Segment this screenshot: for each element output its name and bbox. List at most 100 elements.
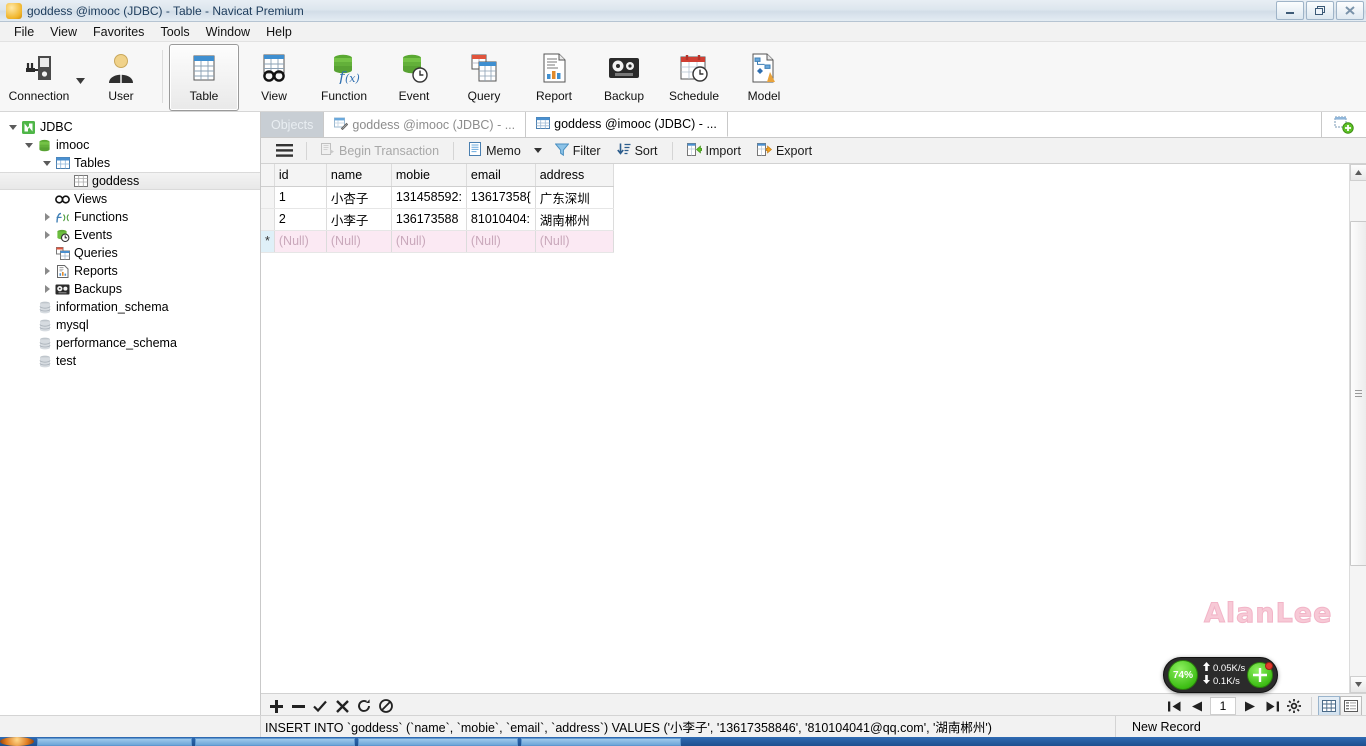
delete-record-icon[interactable] xyxy=(287,695,309,717)
taskbar-item[interactable] xyxy=(521,737,681,746)
tree-item-backups[interactable]: Backups xyxy=(0,280,260,298)
scroll-down-arrow[interactable] xyxy=(1349,676,1366,693)
tree-item-tables[interactable]: Tables xyxy=(0,154,260,172)
toolbar-query-button[interactable]: Query xyxy=(449,44,519,111)
new-tab-icon[interactable] xyxy=(1322,112,1366,137)
export-button[interactable]: Export xyxy=(749,140,820,162)
cell-email[interactable]: (Null) xyxy=(466,230,536,253)
stop-icon[interactable] xyxy=(375,695,397,717)
refresh-icon[interactable] xyxy=(353,695,375,717)
tab-table-designer[interactable]: goddess @imooc (JDBC) - ... xyxy=(324,112,527,137)
cell-name[interactable]: 小杏子 xyxy=(326,186,392,209)
tree-item-views[interactable]: Views xyxy=(0,190,260,208)
tab-objects[interactable]: Objects xyxy=(261,112,325,137)
toolbar-report-button[interactable]: Report xyxy=(519,44,589,111)
taskbar-item[interactable] xyxy=(195,737,355,746)
toolbar-view-button[interactable]: View xyxy=(239,44,309,111)
table-row[interactable]: 1 小杏子 131458592: 13617358{ 广东深圳 xyxy=(261,186,614,209)
twisty-open-icon[interactable] xyxy=(40,160,54,166)
form-view-icon[interactable] xyxy=(1340,696,1362,716)
grid-settings-icon[interactable] xyxy=(1283,695,1305,717)
cell-mobie[interactable]: 131458592: xyxy=(391,186,467,209)
menu-view[interactable]: View xyxy=(42,23,85,41)
minimize-button[interactable] xyxy=(1276,1,1304,20)
sort-button[interactable]: Sort xyxy=(609,140,666,162)
toolbar-table-button[interactable]: Table xyxy=(169,44,239,111)
toolbar-user-button[interactable]: User xyxy=(86,44,156,111)
memo-button[interactable]: Memo xyxy=(460,139,529,162)
last-record-icon[interactable] xyxy=(1261,695,1283,717)
cell-mobie[interactable]: (Null) xyxy=(391,230,467,253)
vertical-scrollbar[interactable] xyxy=(1349,164,1366,693)
scroll-up-arrow[interactable] xyxy=(1349,164,1366,181)
tree-item-performance-schema[interactable]: performance_schema xyxy=(0,334,260,352)
toolbar-schedule-button[interactable]: Schedule xyxy=(659,44,729,111)
first-record-icon[interactable] xyxy=(1163,695,1185,717)
apply-change-icon[interactable] xyxy=(309,695,331,717)
grid-view-icon[interactable] xyxy=(1318,696,1340,716)
memo-dropdown-caret[interactable] xyxy=(529,145,547,156)
tree-item-goddess[interactable]: goddess xyxy=(0,172,260,190)
toolbar-backup-button[interactable]: Backup xyxy=(589,44,659,111)
add-record-icon[interactable] xyxy=(265,695,287,717)
cell-id[interactable]: 1 xyxy=(274,186,327,209)
toolbar-connection-button[interactable]: Connection xyxy=(4,44,74,111)
menu-tools[interactable]: Tools xyxy=(152,23,197,41)
next-record-icon[interactable] xyxy=(1239,695,1261,717)
cell-email[interactable]: 13617358{ xyxy=(466,186,536,209)
cell-address[interactable]: (Null) xyxy=(535,230,614,253)
column-header-mobie[interactable]: mobie xyxy=(391,164,467,187)
column-header-id[interactable]: id xyxy=(274,164,327,187)
menu-help[interactable]: Help xyxy=(258,23,300,41)
taskbar-item[interactable] xyxy=(37,737,192,746)
discard-change-icon[interactable] xyxy=(331,695,353,717)
tree-item-events[interactable]: Events xyxy=(0,226,260,244)
tree-item-queries[interactable]: Queries xyxy=(0,244,260,262)
menu-favorites[interactable]: Favorites xyxy=(85,23,152,41)
twisty-closed-icon[interactable] xyxy=(40,285,54,293)
begin-transaction-button[interactable]: Begin Transaction xyxy=(313,140,447,162)
tree-item-test[interactable]: test xyxy=(0,352,260,370)
toolbar-event-button[interactable]: Event xyxy=(379,44,449,111)
twisty-open-icon[interactable] xyxy=(6,124,20,130)
column-header-name[interactable]: name xyxy=(326,164,392,187)
cell-mobie[interactable]: 136173588 xyxy=(391,208,467,231)
menu-window[interactable]: Window xyxy=(198,23,258,41)
hamburger-menu-icon[interactable] xyxy=(269,141,300,160)
cell-id[interactable]: 2 xyxy=(274,208,327,231)
twisty-closed-icon[interactable] xyxy=(40,231,54,239)
tree-item-reports[interactable]: Reports xyxy=(0,262,260,280)
scrollbar-track[interactable] xyxy=(1349,181,1366,676)
network-speed-widget[interactable]: 74% 0.05K/s 0.1K/s xyxy=(1163,657,1278,693)
cell-address[interactable]: 广东深圳 xyxy=(535,186,614,209)
restore-button[interactable] xyxy=(1306,1,1334,20)
cell-name[interactable]: 小李子 xyxy=(326,208,392,231)
twisty-open-icon[interactable] xyxy=(22,142,36,148)
cell-name[interactable]: (Null) xyxy=(326,230,392,253)
tab-table-data[interactable]: goddess @imooc (JDBC) - ... xyxy=(526,112,728,137)
tree-item-information-schema[interactable]: information_schema xyxy=(0,298,260,316)
twisty-closed-icon[interactable] xyxy=(40,213,54,221)
cell-email[interactable]: 81010404: xyxy=(466,208,536,231)
scrollbar-thumb[interactable] xyxy=(1349,221,1366,566)
start-orb-icon[interactable] xyxy=(0,737,34,746)
tree-item-jdbc[interactable]: JDBC xyxy=(0,118,260,136)
tree-item-imooc[interactable]: imooc xyxy=(0,136,260,154)
connection-dropdown-caret[interactable] xyxy=(74,77,86,84)
menu-file[interactable]: File xyxy=(6,23,42,41)
column-header-email[interactable]: email xyxy=(466,164,536,187)
twisty-closed-icon[interactable] xyxy=(40,267,54,275)
previous-record-icon[interactable] xyxy=(1185,695,1207,717)
tree-item-functions[interactable]: Functions xyxy=(0,208,260,226)
current-page-input[interactable]: 1 xyxy=(1210,697,1236,715)
cell-id[interactable]: (Null) xyxy=(274,230,327,253)
boost-button-icon[interactable] xyxy=(1247,662,1273,688)
filter-button[interactable]: Filter xyxy=(547,140,609,162)
close-button[interactable] xyxy=(1336,1,1364,20)
taskbar-item[interactable] xyxy=(358,737,518,746)
new-record-row[interactable]: * (Null) (Null) (Null) (Null) (Null) xyxy=(261,230,614,253)
tree-item-mysql[interactable]: mysql xyxy=(0,316,260,334)
table-row[interactable]: 2 小李子 136173588 81010404: 湖南郴州 xyxy=(261,208,614,231)
cell-address[interactable]: 湖南郴州 xyxy=(535,208,614,231)
import-button[interactable]: Import xyxy=(679,140,749,162)
